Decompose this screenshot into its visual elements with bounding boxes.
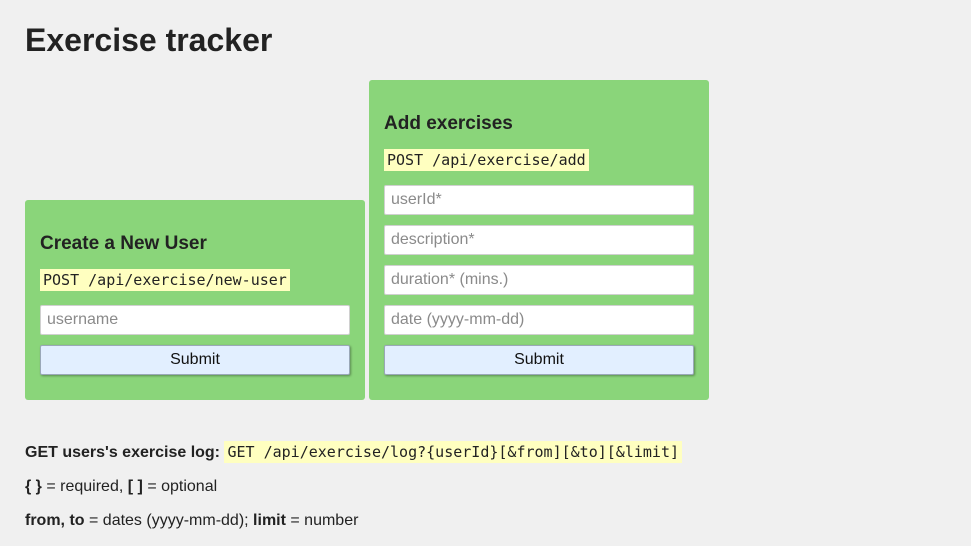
username-input[interactable] xyxy=(40,305,350,335)
userid-input[interactable] xyxy=(384,185,694,215)
params-legend: { } = required, [ ] = optional xyxy=(25,476,682,498)
forms-container: Create a New User POST /api/exercise/new… xyxy=(25,80,709,400)
duration-input[interactable] xyxy=(384,265,694,295)
description-input[interactable] xyxy=(384,225,694,255)
add-exercise-submit-button[interactable]: Submit xyxy=(384,345,694,375)
add-exercise-heading: Add exercises xyxy=(384,113,513,134)
required-text: = required, xyxy=(46,478,124,495)
new-user-heading: Create a New User xyxy=(40,233,207,254)
limit-text: = number xyxy=(290,512,359,529)
new-user-submit-button[interactable]: Submit xyxy=(40,345,350,375)
page-title: Exercise tracker xyxy=(25,22,273,58)
date-input[interactable] xyxy=(384,305,694,335)
add-exercise-endpoint: POST /api/exercise/add xyxy=(384,149,589,171)
new-user-form: Create a New User POST /api/exercise/new… xyxy=(25,200,365,400)
log-label: GET users's exercise log: xyxy=(25,444,221,461)
log-endpoint: GET /api/exercise/log?{userId}[&from][&t… xyxy=(224,441,683,463)
from-to-text: = dates (yyyy-mm-dd); xyxy=(89,512,249,529)
api-notes: GET users's exercise log: GET /api/exerc… xyxy=(25,441,683,544)
add-exercise-form: Add exercises POST /api/exercise/add Sub… xyxy=(369,80,709,400)
params-types: from, to = dates (yyyy-mm-dd); limit = n… xyxy=(25,510,682,532)
from-to-label: from, to xyxy=(25,512,85,529)
log-note: GET users's exercise log: GET /api/exerc… xyxy=(25,441,683,464)
optional-text: = optional xyxy=(147,478,218,495)
limit-label: limit xyxy=(253,512,286,529)
optional-symbol: [ ] xyxy=(127,478,143,495)
new-user-endpoint: POST /api/exercise/new-user xyxy=(40,269,290,291)
required-symbol: { } xyxy=(25,478,42,495)
